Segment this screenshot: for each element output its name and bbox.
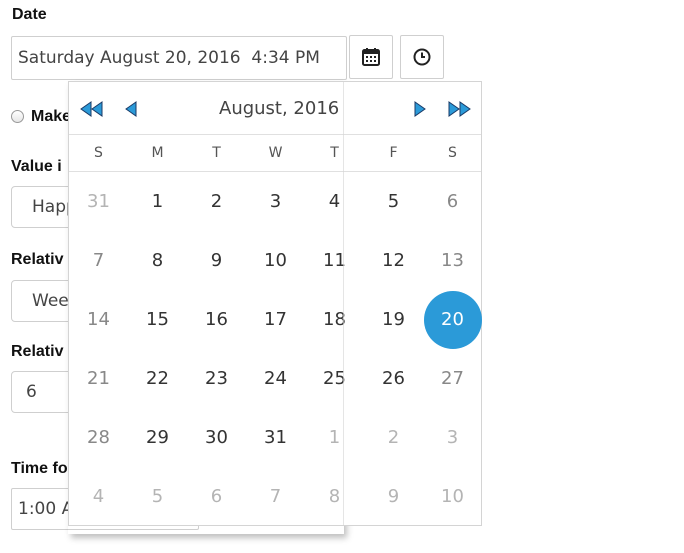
datepicker-calendar: August, 2016 SMTWTFS 31 1 2 3 4 5 6 7 8 9 10 11 12 13…	[68, 81, 482, 526]
date-input-value: Saturday August 20, 2016 4:34 PM	[18, 48, 320, 68]
calendar-day[interactable]: 31	[69, 172, 128, 231]
calendar-day[interactable]: 10	[246, 231, 305, 290]
calendar-day[interactable]: 25	[305, 349, 364, 408]
calendar-overlap-edge	[343, 82, 344, 525]
date-input[interactable]: Saturday August 20, 2016 4:34 PM	[11, 36, 347, 80]
prev-month-button[interactable]	[124, 100, 138, 118]
calendar-day[interactable]: 30	[187, 408, 246, 467]
calendar-day[interactable]: 3	[246, 172, 305, 231]
time-label: Time fo	[11, 460, 68, 477]
calendar-day[interactable]: 6	[187, 467, 246, 526]
double-left-arrow-icon	[80, 101, 103, 117]
calendar-day-selected[interactable]: 20	[423, 290, 482, 349]
calendar-day[interactable]: 3	[423, 408, 482, 467]
calendar-day[interactable]: 9	[364, 467, 423, 526]
calendar-day[interactable]: 23	[187, 349, 246, 408]
weekday-label: S	[448, 145, 457, 161]
calendar-day[interactable]: 26	[364, 349, 423, 408]
calendar-day[interactable]: 5	[364, 172, 423, 231]
calendar-title[interactable]: August, 2016	[219, 98, 339, 119]
calendar-day[interactable]: 22	[128, 349, 187, 408]
double-right-arrow-icon	[448, 101, 471, 117]
make-radio[interactable]	[11, 110, 24, 123]
calendar-day[interactable]: 8	[305, 467, 364, 526]
weekday-label: S	[94, 145, 103, 161]
calendar-day[interactable]: 7	[69, 231, 128, 290]
relative-select-1-value: Wee	[32, 291, 69, 311]
relative-input-2-value: 6	[26, 382, 37, 402]
calendar-day[interactable]: 10	[423, 467, 482, 526]
calendar-day[interactable]: 4	[69, 467, 128, 526]
calendar-day[interactable]: 18	[305, 290, 364, 349]
calendar-button[interactable]	[349, 35, 393, 79]
weekday-label: M	[151, 145, 164, 161]
calendar-day[interactable]: 12	[364, 231, 423, 290]
calendar-day[interactable]: 29	[128, 408, 187, 467]
right-arrow-icon	[414, 101, 426, 117]
calendar-day[interactable]: 1	[128, 172, 187, 231]
calendar-day[interactable]: 14	[69, 290, 128, 349]
calendar-day[interactable]: 2	[187, 172, 246, 231]
weekday-label: F	[389, 145, 398, 161]
value-label: Value i	[11, 158, 62, 175]
calendar-day[interactable]: 8	[128, 231, 187, 290]
left-arrow-icon	[125, 101, 137, 117]
calendar-day[interactable]: 16	[187, 290, 246, 349]
calendar-day[interactable]: 6	[423, 172, 482, 231]
calendar-day[interactable]: 4	[305, 172, 364, 231]
weekday-label: T	[212, 145, 221, 161]
calendar-day[interactable]: 9	[187, 231, 246, 290]
calendar-day[interactable]: 7	[246, 467, 305, 526]
calendar-header: August, 2016	[69, 82, 481, 135]
calendar-day[interactable]: 2	[364, 408, 423, 467]
calendar-day[interactable]: 17	[246, 290, 305, 349]
make-label: Make	[31, 108, 72, 125]
calendar-day[interactable]: 13	[423, 231, 482, 290]
calendar-day[interactable]: 15	[128, 290, 187, 349]
next-month-button[interactable]	[413, 100, 427, 118]
weekday-label: T	[330, 145, 339, 161]
relative-label-1: Relativ	[11, 251, 64, 268]
calendar-day[interactable]: 27	[423, 349, 482, 408]
clock-icon	[413, 48, 431, 66]
calendar-day[interactable]: 1	[305, 408, 364, 467]
calendar-day[interactable]: 21	[69, 349, 128, 408]
calendar-icon	[362, 48, 380, 66]
calendar-day[interactable]: 19	[364, 290, 423, 349]
prev-year-button[interactable]	[80, 100, 104, 118]
clock-button[interactable]	[400, 35, 444, 79]
calendar-day[interactable]: 31	[246, 408, 305, 467]
calendar-day[interactable]: 24	[246, 349, 305, 408]
next-year-button[interactable]	[447, 100, 471, 118]
date-label: Date	[12, 6, 47, 23]
calendar-day[interactable]: 11	[305, 231, 364, 290]
calendar-day[interactable]: 28	[69, 408, 128, 467]
weekday-label: W	[268, 145, 283, 161]
relative-label-2: Relativ	[11, 343, 64, 360]
weekday-header-row: SMTWTFS	[69, 135, 481, 172]
calendar-day[interactable]: 5	[128, 467, 187, 526]
